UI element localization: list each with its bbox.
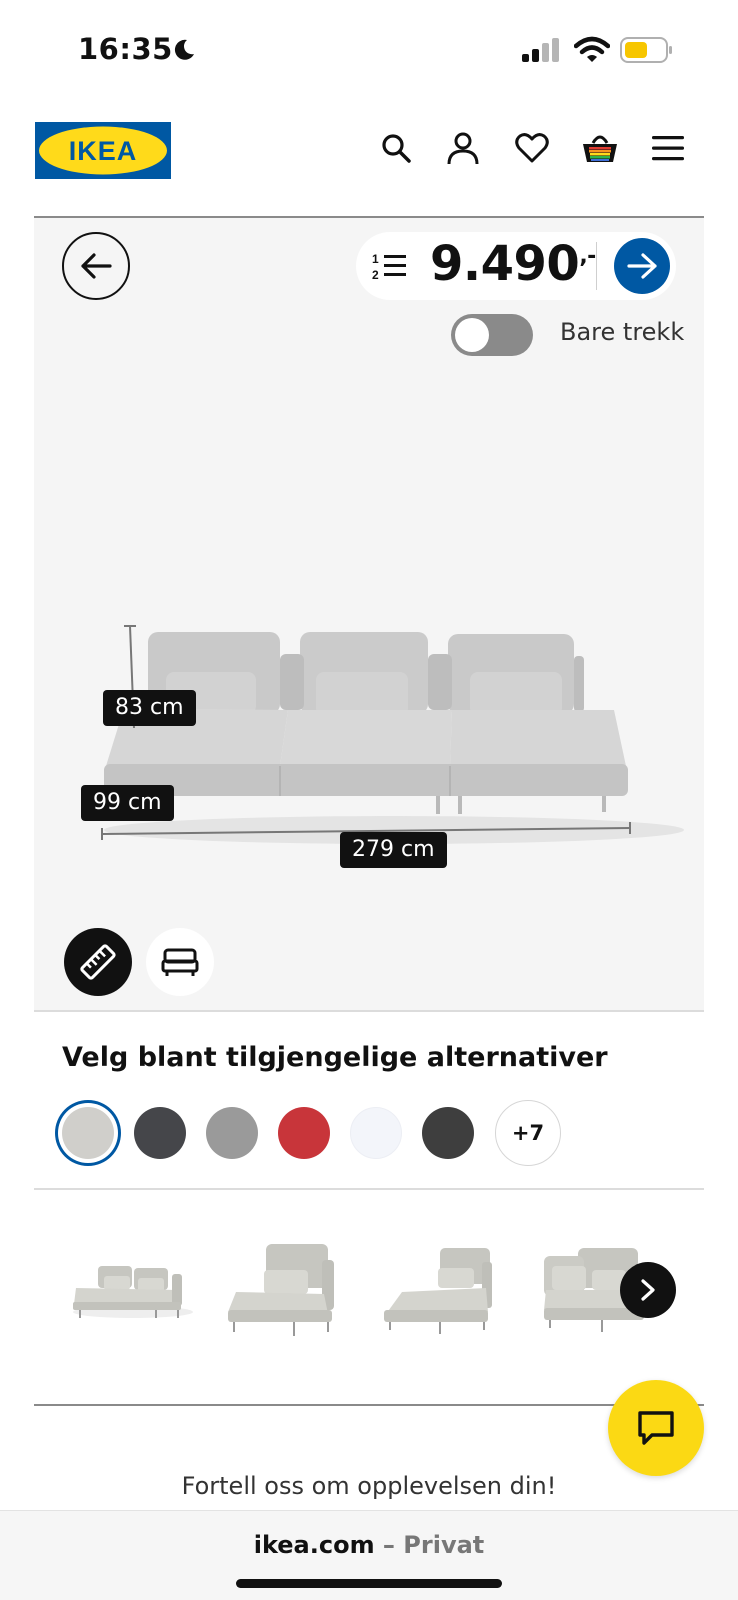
price-suffix: ,- [579,244,596,269]
total-price: 9.490,- [430,236,596,292]
color-swatch[interactable] [62,1107,114,1159]
price-divider [596,242,597,290]
chat-button[interactable] [608,1380,704,1476]
covers-only-toggle[interactable] [451,314,533,356]
color-swatch[interactable] [206,1107,258,1159]
color-swatch[interactable] [134,1107,186,1159]
menu-icon[interactable] [648,128,688,168]
svg-text:1: 1 [372,252,379,266]
cellular-signal-icon [522,38,559,62]
thumbnails-next-button[interactable] [620,1262,676,1318]
wifi-icon [574,36,610,62]
url-domain: ikea.com [253,1531,375,1559]
configurator-divider [34,1010,704,1012]
depth-dimension: 99 cm [81,785,174,821]
arrow-right-icon [627,253,657,279]
ruler-icon [80,944,116,980]
moon-icon [174,39,194,60]
measurements-view-button[interactable] [64,928,132,996]
svg-text:2: 2 [372,268,379,282]
price-summary: 1 2 9.490,- [356,232,676,300]
sofa-image [101,625,684,844]
thumbnails-divider [34,1404,704,1406]
module-thumbnail[interactable] [68,1236,198,1346]
ikea-logo[interactable]: IKEA [35,122,171,179]
numbered-list-icon[interactable]: 1 2 [372,250,408,282]
bed-icon [161,948,199,976]
more-colors-button[interactable]: +7 [495,1100,561,1166]
status-time: 16:35 [78,32,173,66]
options-divider [34,1188,704,1190]
color-swatch[interactable] [422,1107,474,1159]
arrow-left-icon [81,253,112,279]
bed-view-button[interactable] [146,928,214,996]
height-dimension: 83 cm [103,690,196,726]
search-icon[interactable] [376,128,416,168]
toggle-knob [455,318,489,352]
continue-button[interactable] [614,238,670,294]
module-thumbnail[interactable] [382,1236,512,1346]
browser-url[interactable]: ikea.com – Privat [0,1531,738,1559]
heart-icon[interactable] [512,128,552,168]
battery-icon [620,37,672,63]
chevron-right-icon [641,1279,655,1301]
options-heading: Velg blant tilgjengelige alternativer [62,1042,608,1073]
svg-text:IKEA: IKEA [69,136,138,166]
color-swatch[interactable] [350,1107,402,1159]
status-bar: 16:35 [0,0,738,100]
browser-address-bar: ikea.com – Privat [0,1510,738,1600]
browsing-mode: Privat [403,1531,485,1559]
account-icon[interactable] [443,128,483,168]
home-indicator[interactable] [236,1579,502,1588]
width-dimension: 279 cm [340,832,447,868]
price-value: 9.490 [430,236,580,292]
module-thumbnail[interactable] [224,1236,354,1346]
basket-icon[interactable] [580,128,620,168]
site-header: IKEA [0,100,738,218]
sofa-configurator: 1 2 9.490,- Bare trekk 83 cm 99 cm 279 c… [34,218,704,1010]
chat-bubble-icon [638,1411,674,1445]
back-button[interactable] [62,232,130,300]
color-swatch[interactable] [278,1107,330,1159]
feedback-link[interactable]: Fortell oss om opplevelsen din! [0,1472,738,1500]
url-separator: – [374,1531,404,1559]
covers-only-label: Bare trekk [560,318,685,346]
